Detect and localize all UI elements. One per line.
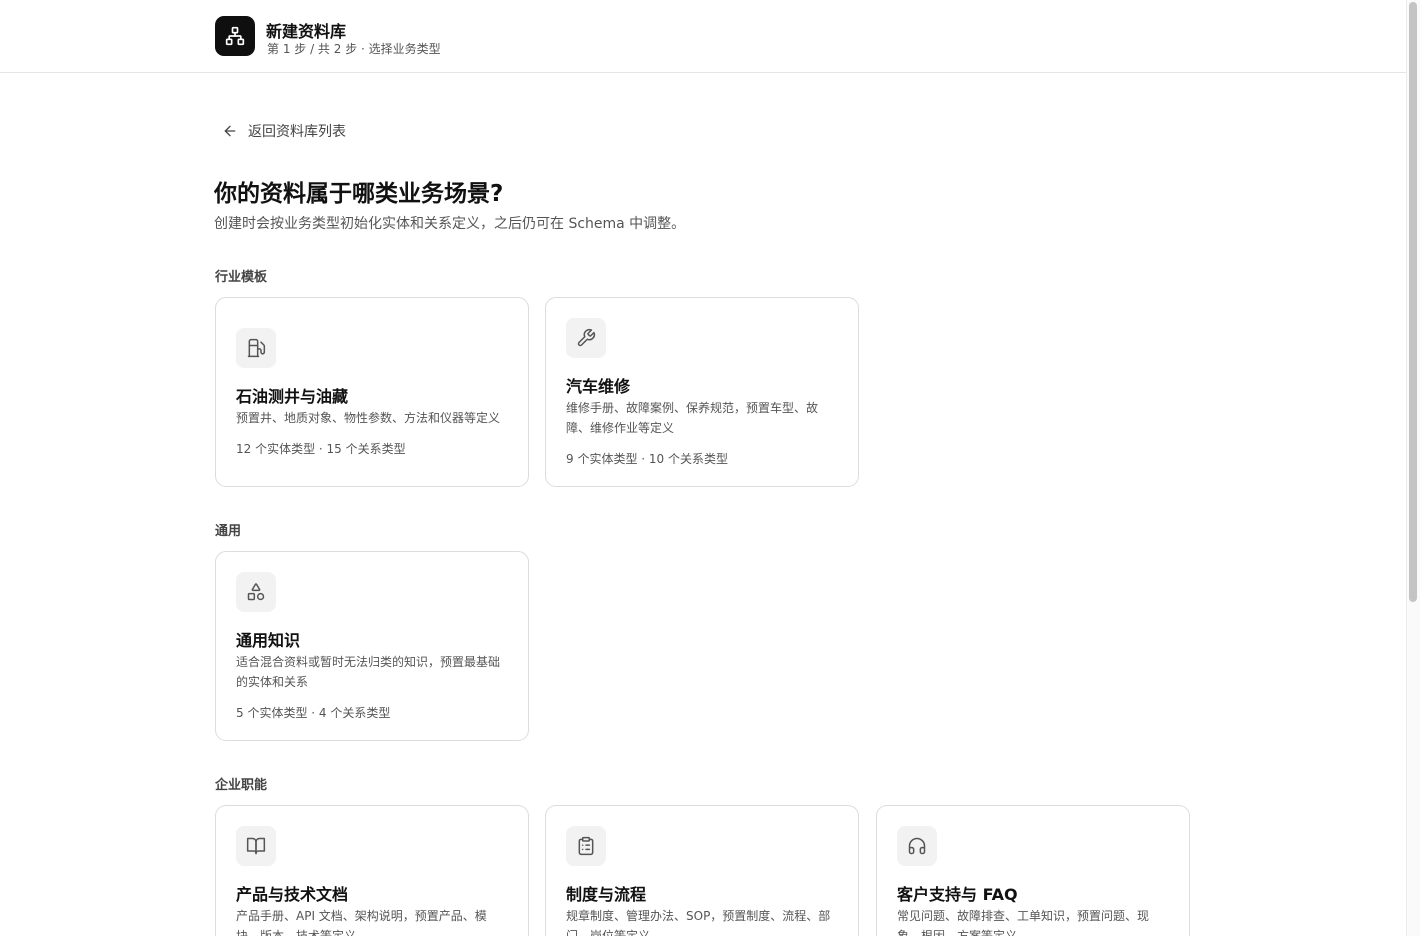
template-card-oil-logging[interactable]: 石油测井与油藏 预置井、地质对象、物性参数、方法和仪器等定义 12 个实体类型 … [215, 297, 529, 487]
wrench-icon [566, 318, 606, 358]
card-meta: 9 个实体类型 · 10 个关系类型 [566, 452, 728, 466]
back-to-list-link[interactable]: 返回资料库列表 [222, 120, 346, 142]
shapes-icon [236, 572, 276, 612]
scrollbar-thumb[interactable] [1409, 2, 1417, 602]
card-title: 汽车维修 [566, 377, 631, 396]
card-meta: 5 个实体类型 · 4 个关系类型 [236, 706, 391, 720]
template-card-product-docs[interactable]: 产品与技术文档 产品手册、API 文档、架构说明，预置产品、模块、版本、技术等定… [215, 805, 529, 936]
card-description: 适合混合资料或暂时无法归类的知识，预置最基础的实体和关系 [236, 655, 501, 689]
template-card-customer-support[interactable]: 客户支持与 FAQ 常见问题、故障排查、工单知识，预置问题、现象、根因、方案等定… [876, 805, 1190, 936]
card-description: 预置井、地质对象、物性参数、方法和仪器等定义 [236, 411, 501, 425]
headphones-icon [897, 826, 937, 866]
template-card-general-knowledge[interactable]: 通用知识 适合混合资料或暂时无法归类的知识，预置最基础的实体和关系 5 个实体类… [215, 551, 529, 741]
book-open-icon [236, 826, 276, 866]
template-card-policy-process[interactable]: 制度与流程 规章制度、管理办法、SOP，预置制度、流程、部门、岗位等定义 [545, 805, 859, 936]
card-title: 制度与流程 [566, 885, 647, 904]
page: 新建资料库 第 1 步 / 共 2 步 · 选择业务类型 返回资料库列表 你的资… [0, 0, 1420, 936]
card-title: 石油测井与油藏 [236, 387, 349, 406]
card-meta: 12 个实体类型 · 15 个关系类型 [236, 442, 406, 456]
card-description: 维修手册、故障案例、保养规范，预置车型、故障、维修作业等定义 [566, 401, 819, 435]
clipboard-list-icon [566, 826, 606, 866]
page-description: 创建时会按业务类型初始化实体和关系定义，之后仍可在 Schema 中调整。 [214, 216, 686, 232]
section-label-enterprise: 企业职能 [215, 778, 268, 793]
fuel-pump-icon [236, 328, 276, 368]
sitemap-icon [215, 16, 255, 56]
top-bar: 新建资料库 第 1 步 / 共 2 步 · 选择业务类型 [0, 0, 1406, 73]
section-label-general: 通用 [215, 524, 242, 539]
page-title: 你的资料属于哪类业务场景? [214, 181, 504, 207]
back-link-label: 返回资料库列表 [248, 124, 346, 140]
app-title: 新建资料库 [266, 22, 347, 41]
section-label-industry: 行业模板 [215, 270, 268, 285]
card-description: 常见问题、故障排查、工单知识，预置问题、现象、根因、方案等定义 [897, 909, 1150, 936]
step-indicator: 第 1 步 / 共 2 步 · 选择业务类型 [267, 42, 441, 56]
card-description: 产品手册、API 文档、架构说明，预置产品、模块、版本、技术等定义 [236, 909, 487, 936]
card-description: 规章制度、管理办法、SOP，预置制度、流程、部门、岗位等定义 [566, 909, 831, 936]
card-title: 客户支持与 FAQ [897, 885, 1018, 904]
card-title: 通用知识 [236, 631, 301, 650]
card-title: 产品与技术文档 [236, 885, 349, 904]
arrow-left-icon [222, 123, 238, 139]
template-card-auto-repair[interactable]: 汽车维修 维修手册、故障案例、保养规范，预置车型、故障、维修作业等定义 9 个实… [545, 297, 859, 487]
